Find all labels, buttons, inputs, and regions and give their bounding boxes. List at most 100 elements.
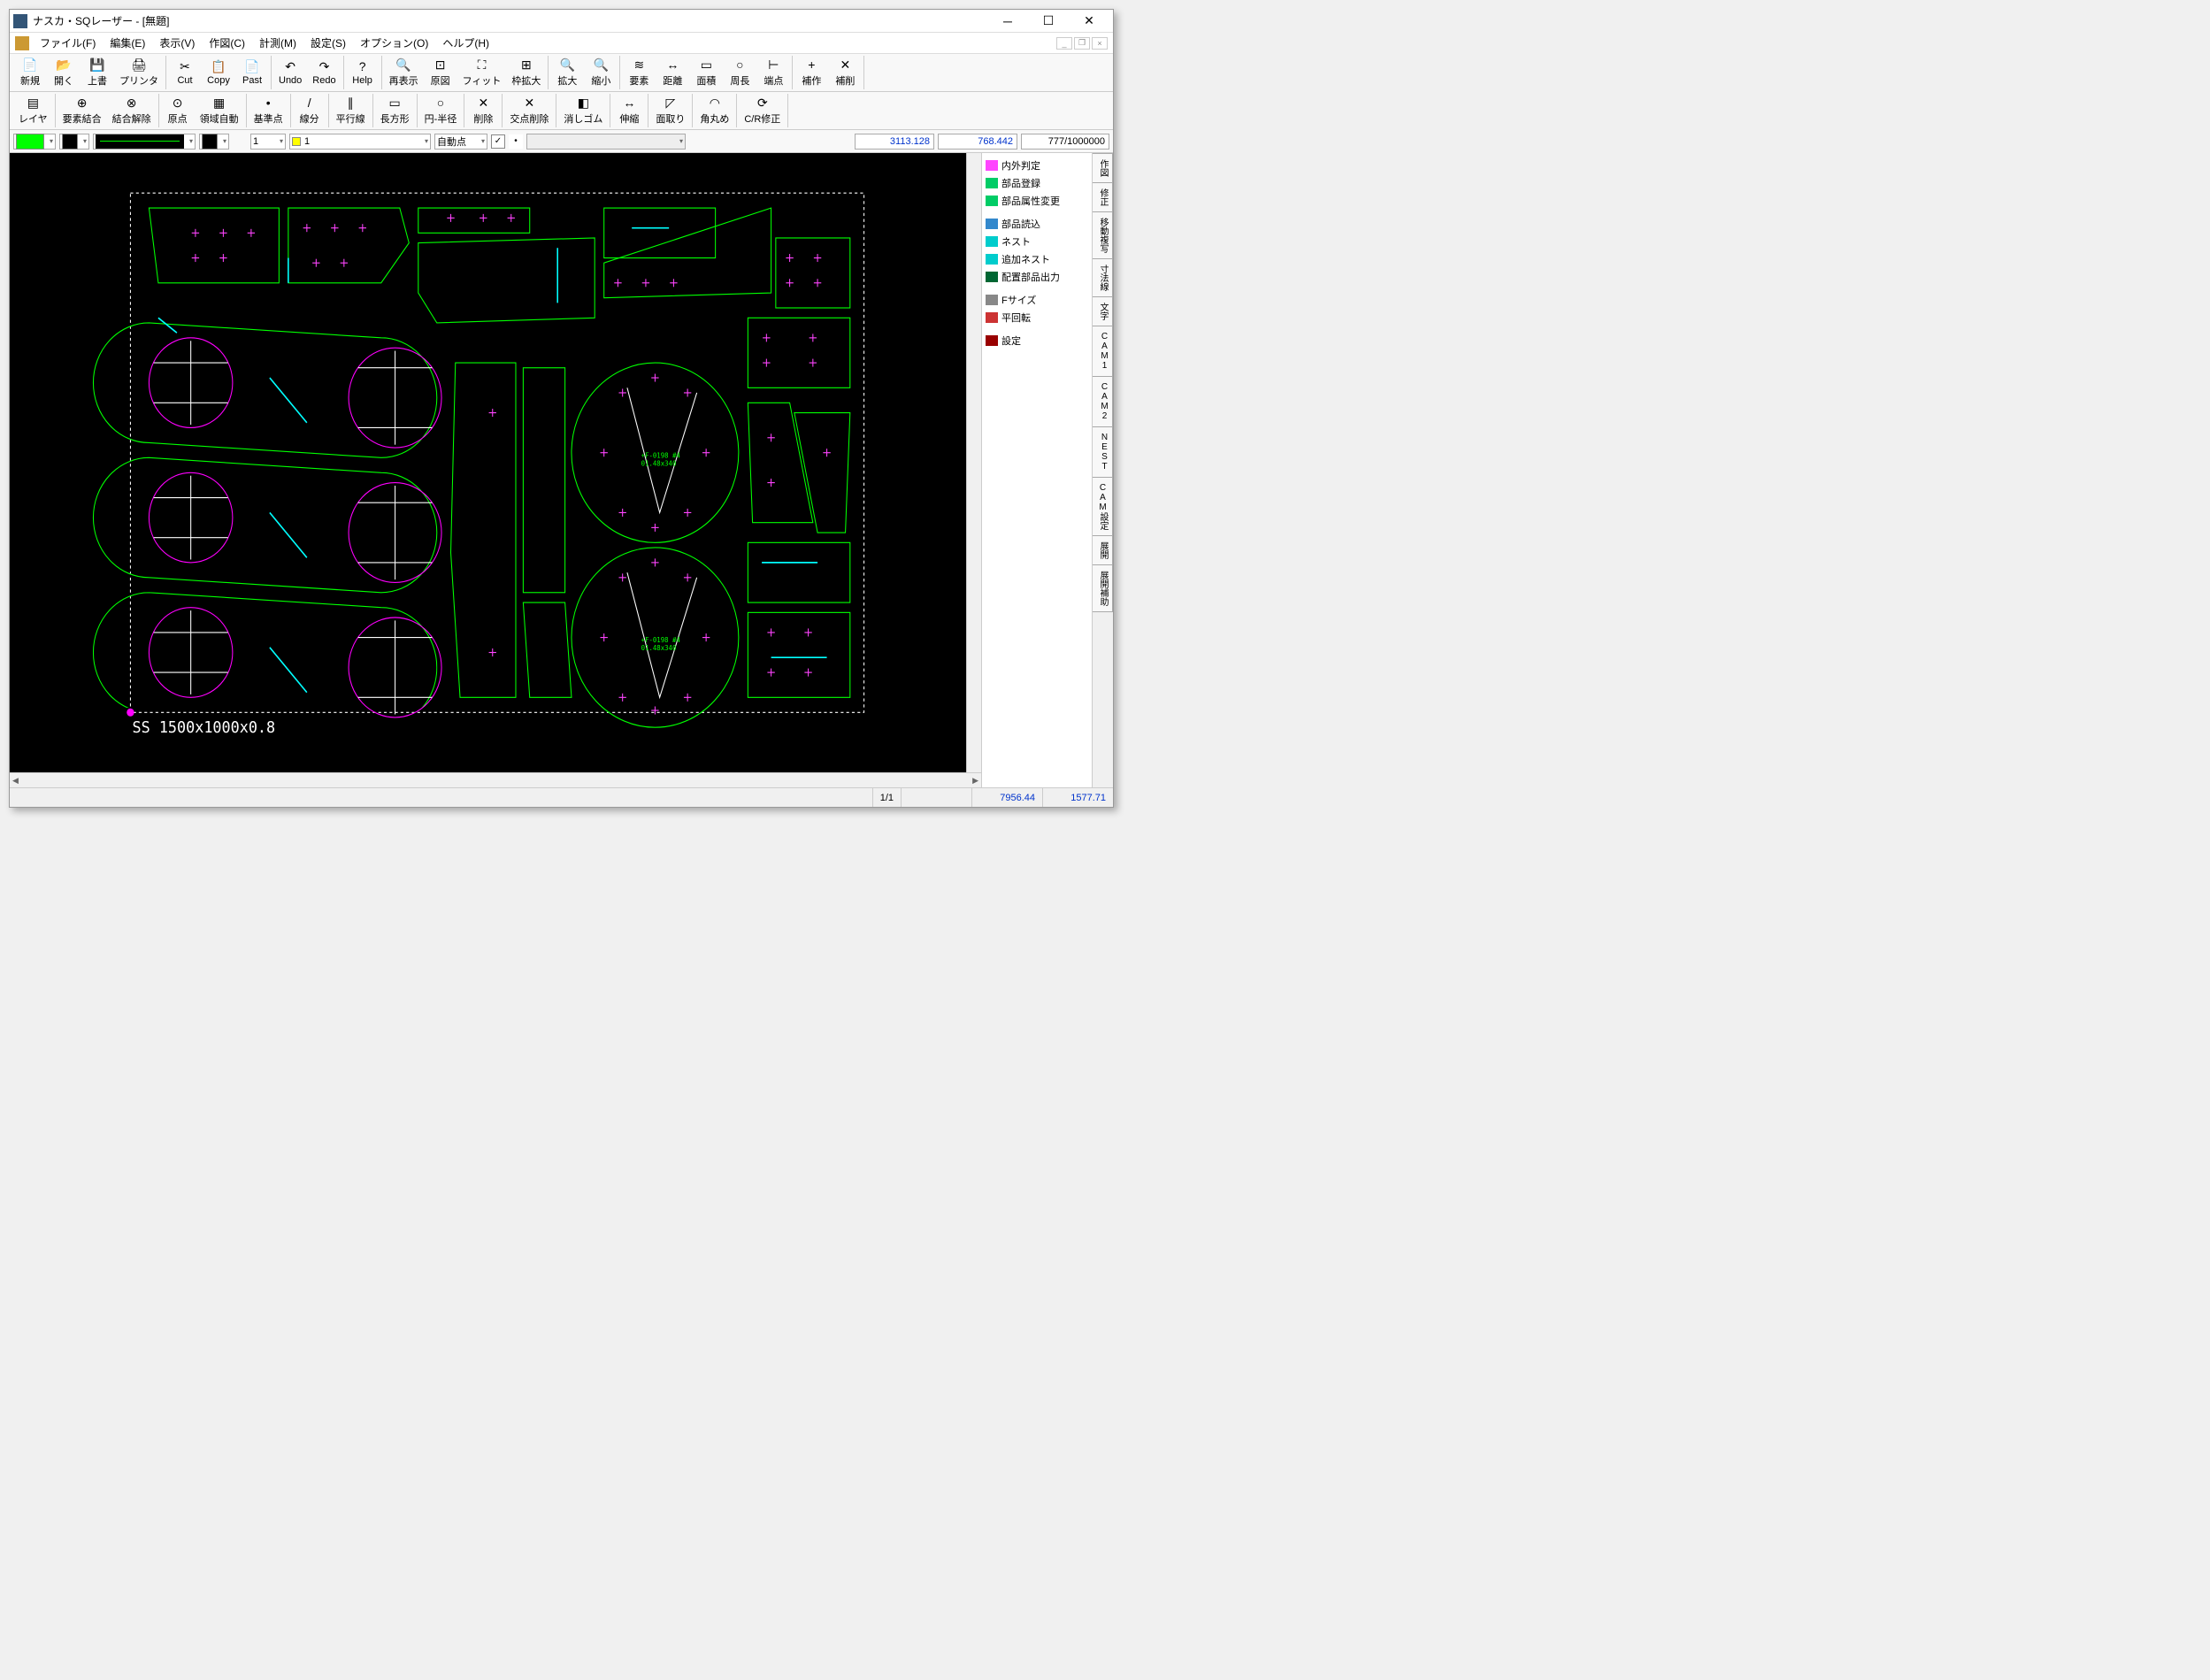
vtab-CAM1[interactable]: CAM1 [1093, 326, 1113, 377]
tool-距離[interactable]: ↔距離 [656, 56, 689, 89]
tool-Copy[interactable]: 📋Copy [202, 56, 235, 89]
tool-枠拡大[interactable]: ⊞枠拡大 [506, 56, 546, 89]
tool-icon: 💾 [89, 58, 105, 72]
tool-C/R修正[interactable]: ⟳C/R修正 [739, 94, 786, 127]
tool-フィット[interactable]: ⛶フィット [457, 56, 507, 89]
color-swatch-dropdown[interactable] [13, 134, 56, 150]
side-item-部品登録[interactable]: 部品登録 [984, 174, 1090, 192]
vertical-scrollbar[interactable] [966, 153, 981, 772]
tool-開く[interactable]: 📂開く [47, 56, 81, 89]
tool-削除[interactable]: ✕削除 [466, 94, 500, 127]
tool-icon: ⛶ [473, 58, 489, 72]
tool-結合解除[interactable]: ⊗結合解除 [107, 94, 157, 127]
side-item-Fサイズ[interactable]: Fサイズ [984, 291, 1090, 309]
tool-Past[interactable]: 📄Past [235, 56, 269, 89]
tool-レイヤ[interactable]: ▤レイヤ [13, 94, 53, 127]
tool-周長[interactable]: ○周長 [723, 56, 756, 89]
vtab-CAM2[interactable]: CAM2 [1093, 376, 1113, 427]
point-mode-button[interactable]: • [509, 134, 523, 149]
vtab-CAM設定[interactable]: CAM設定 [1093, 477, 1113, 536]
side-item-label: 部品登録 [1001, 176, 1040, 190]
side-item-内外判定[interactable]: 内外判定 [984, 157, 1090, 174]
side-item-部品読込[interactable]: 部品読込 [984, 215, 1090, 233]
menu-item[interactable]: 表示(V) [152, 35, 202, 51]
tool-label: 要素結合 [63, 111, 102, 126]
menu-item[interactable]: オプション(O) [353, 35, 435, 51]
menu-item[interactable]: 計測(M) [252, 35, 303, 51]
tool-上書[interactable]: 💾上書 [81, 56, 114, 89]
tool-平行線[interactable]: ∥平行線 [331, 94, 371, 127]
menu-item[interactable]: ヘルプ(H) [435, 35, 496, 51]
vtab-寸法線[interactable]: 寸法線 [1093, 258, 1113, 297]
horizontal-scrollbar[interactable] [10, 772, 981, 787]
tool-Cut[interactable]: ✂Cut [168, 56, 202, 89]
tool-label: Cut [177, 75, 192, 86]
tool-Redo[interactable]: ↷Redo [307, 56, 341, 89]
tool-補削[interactable]: ✕補削 [828, 56, 862, 89]
tool-基準点[interactable]: •基準点 [249, 94, 288, 127]
side-item-ネスト[interactable]: ネスト [984, 233, 1090, 250]
scale-readout: 777/1000000 [1021, 134, 1109, 150]
side-item-追加ネスト[interactable]: 追加ネスト [984, 250, 1090, 268]
tool-プリンタ[interactable]: 🖨プリンタ [114, 56, 164, 89]
side-item-配置部品出力[interactable]: 配置部品出力 [984, 268, 1090, 286]
snap-checkbox[interactable]: ✓ [491, 134, 505, 149]
side-item-平回転[interactable]: 平回転 [984, 309, 1090, 326]
vtab-展開補助[interactable]: 展開補助 [1093, 564, 1113, 612]
tool-補作[interactable]: +補作 [794, 56, 828, 89]
tool-再表示[interactable]: 🔍再表示 [384, 56, 424, 89]
vtab-移動複写[interactable]: 移動複写 [1093, 211, 1113, 259]
tool-長方形[interactable]: ▭長方形 [375, 94, 415, 127]
tool-面積[interactable]: ▭面積 [689, 56, 723, 89]
tool-面取り[interactable]: ◸面取り [650, 94, 690, 127]
endstyle-dropdown[interactable] [199, 134, 229, 150]
tool-新規[interactable]: 📄新規 [13, 56, 47, 89]
tool-角丸め[interactable]: ◠角丸め [694, 94, 734, 127]
tool-円-半径[interactable]: ○円-半径 [419, 94, 463, 127]
close-button[interactable]: ✕ [1069, 11, 1109, 32]
vtab-作図[interactable]: 作図 [1093, 153, 1113, 183]
vtab-展開[interactable]: 展開 [1093, 535, 1113, 565]
tool-縮小[interactable]: 🔍縮小 [584, 56, 618, 89]
snap-mode-dropdown[interactable]: 自動点 [434, 134, 487, 150]
mdi-close-button[interactable]: × [1092, 37, 1108, 50]
side-item-部品属性変更[interactable]: 部品属性変更 [984, 192, 1090, 210]
mdi-restore-button[interactable]: ❐ [1074, 37, 1090, 50]
mdi-minimize-button[interactable]: _ [1056, 37, 1072, 50]
tool-原点[interactable]: ⊙原点 [161, 94, 195, 127]
maximize-button[interactable]: ☐ [1028, 11, 1069, 32]
tool-原図[interactable]: ⊡原図 [424, 56, 457, 89]
menu-item[interactable]: 設定(S) [303, 35, 353, 51]
tool-要素結合[interactable]: ⊕要素結合 [58, 94, 107, 127]
tool-線分[interactable]: /線分 [293, 94, 326, 127]
tool-拡大[interactable]: 🔍拡大 [550, 56, 584, 89]
tool-Help[interactable]: ?Help [346, 56, 380, 89]
cad-canvas[interactable]: SS 1500x1000x0.8 [10, 153, 966, 772]
side-item-設定[interactable]: 設定 [984, 332, 1090, 349]
side-item-label: ネスト [1001, 234, 1031, 249]
tool-領域自動[interactable]: ▦領域自動 [195, 94, 244, 127]
tool-icon: ⟳ [755, 96, 771, 110]
tool-Undo[interactable]: ↶Undo [273, 56, 307, 89]
menu-item[interactable]: ファイル(F) [33, 35, 103, 51]
tool-消しゴム[interactable]: ◧消しゴム [558, 94, 608, 127]
tool-icon: ↔ [664, 58, 680, 72]
tool-icon: ✕ [837, 58, 853, 72]
command-input[interactable] [526, 134, 686, 150]
vtab-修正[interactable]: 修正 [1093, 182, 1113, 212]
menu-item[interactable]: 編集(E) [103, 35, 152, 51]
tool-icon: • [260, 96, 276, 110]
vtab-NEST[interactable]: NEST [1093, 426, 1113, 478]
tool-伸縮[interactable]: ↔伸縮 [612, 94, 646, 127]
toolbar-main: 📄新規📂開く💾上書🖨プリンタ✂Cut📋Copy📄Past↶Undo↷Redo?H… [10, 54, 1113, 92]
minimize-button[interactable]: ─ [987, 11, 1028, 32]
layer-color-dropdown[interactable]: 1 [289, 134, 431, 150]
vtab-文字[interactable]: 文字 [1093, 296, 1113, 326]
linetype-swatch-dropdown[interactable] [59, 134, 89, 150]
tool-端点[interactable]: ⊢端点 [756, 56, 790, 89]
tool-要素[interactable]: ≋要素 [622, 56, 656, 89]
line-preview-dropdown[interactable] [93, 134, 196, 150]
menu-item[interactable]: 作図(C) [202, 35, 252, 51]
tool-交点削除[interactable]: ✕交点削除 [504, 94, 554, 127]
layer-number-dropdown[interactable]: 1 [250, 134, 286, 150]
